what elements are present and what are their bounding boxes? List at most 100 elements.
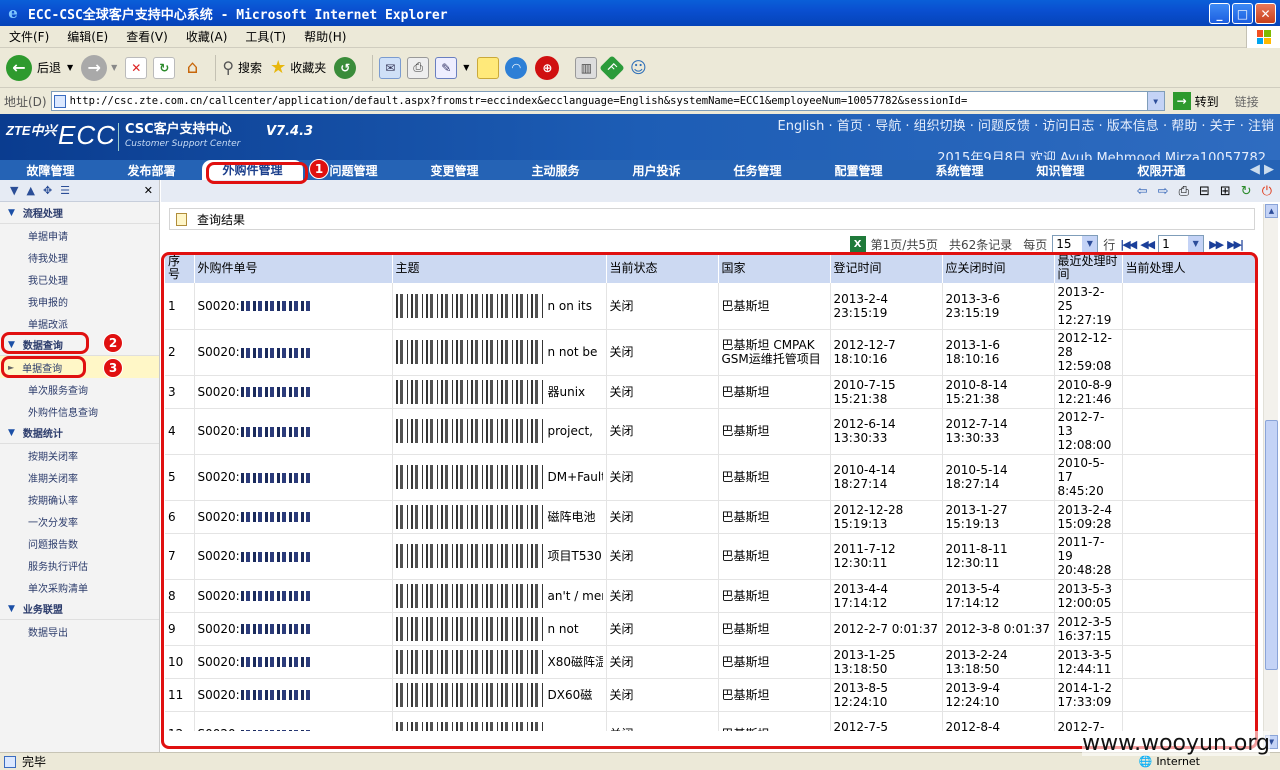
contacts-icon[interactable]: ☺ (627, 57, 649, 79)
list-icon[interactable]: ☰ (60, 184, 70, 197)
sidebar-item[interactable]: 按期关闭率 (0, 444, 159, 466)
nav-scroll-icon[interactable]: ◀ ▶ (1250, 162, 1274, 177)
first-page-icon[interactable]: |◀◀ (1120, 238, 1137, 251)
status-text: 完毕 (22, 755, 47, 769)
total-records: 共62条记录 (948, 237, 1013, 252)
sidebar-item[interactable]: 单次采购清单 (0, 576, 159, 598)
tab-permission[interactable]: 权限开通 (1111, 162, 1212, 179)
annotation-marker: 2 (103, 333, 123, 353)
sidebar-item[interactable]: 我已处理 (0, 268, 159, 290)
tab-release[interactable]: 发布部署 (101, 162, 202, 179)
tab-proactive[interactable]: 主动服务 (505, 162, 606, 179)
stop-icon[interactable]: ✕ (125, 56, 148, 79)
print-icon[interactable]: ⎙ (1179, 184, 1189, 199)
plugin-icon[interactable]: F (599, 54, 626, 81)
tab-knowledge[interactable]: 知识管理 (1010, 162, 1111, 179)
dropdown-arrow-icon: ▼ (1082, 236, 1098, 252)
forward-button[interactable]: → ▼ (81, 54, 117, 81)
refresh-icon[interactable]: ↻ (1241, 184, 1252, 199)
document-icon (176, 212, 187, 226)
search-button[interactable]: ⚲ 搜索 (222, 58, 262, 77)
messenger-icon[interactable]: ◠ (505, 56, 528, 79)
csc-subtitle: Customer Support Center (125, 139, 241, 149)
go-button[interactable]: → 转到 (1172, 92, 1219, 110)
tab-fault[interactable]: 故障管理 (0, 162, 101, 179)
annotation-box (206, 162, 308, 184)
watermark: www.wooyun.org (1082, 731, 1270, 756)
tab-task[interactable]: 任务管理 (707, 162, 808, 179)
sidebar-item[interactable]: 单据申请 (0, 224, 159, 246)
close-button[interactable]: ✕ (1255, 3, 1276, 24)
next-page-icon[interactable]: ▶▶ (1209, 238, 1224, 251)
edit-icon[interactable]: ✎ (435, 56, 458, 79)
tab-complaint[interactable]: 用户投诉 (606, 162, 707, 179)
prev-page-icon[interactable]: ◀◀ (1140, 238, 1155, 251)
header-links[interactable]: English · 首页 · 导航 · 组织切换 · 问题反馈 · 访问日志 ·… (777, 115, 1274, 134)
page-value: 1 (1162, 237, 1170, 251)
links-button[interactable]: 链接 (1235, 93, 1259, 110)
tab-change[interactable]: 变更管理 (404, 162, 505, 179)
back-arrow-icon[interactable]: ⇦ (1137, 184, 1148, 199)
scroll-up-icon[interactable]: ▲ (1265, 204, 1278, 218)
tab-system[interactable]: 系统管理 (909, 162, 1010, 179)
address-input[interactable]: http://csc.zte.com.cn/callcenter/applica… (50, 91, 1165, 111)
sidebar-item[interactable]: 单据改派 (0, 312, 159, 334)
menu-view[interactable]: 查看(V) (117, 28, 177, 45)
annotation-marker: 1 (309, 159, 329, 179)
sidebar-item[interactable]: 外购件信息查询 (0, 400, 159, 422)
refresh-icon[interactable]: ↻ (153, 56, 176, 79)
sidebar-item[interactable]: 问题报告数 (0, 532, 159, 554)
excel-export-icon[interactable]: X (849, 236, 866, 252)
sidebar-item[interactable]: 准期关闭率 (0, 466, 159, 488)
per-page-select[interactable]: 15 ▼ (1052, 235, 1099, 253)
sidebar-group-stats[interactable]: ▼ 数据统计 (0, 422, 159, 444)
sidebar-item[interactable]: 按期确认率 (0, 488, 159, 510)
page-icon (53, 94, 66, 108)
sidebar-item[interactable]: 待我处理 (0, 246, 159, 268)
research-icon[interactable]: ⊕ (535, 55, 560, 80)
address-dropdown-icon[interactable]: ▼ (1146, 92, 1164, 110)
sidebar-item[interactable]: 一次分发率 (0, 510, 159, 532)
tab-config[interactable]: 配置管理 (808, 162, 909, 179)
sidebar-group-process[interactable]: ▼ 流程处理 (0, 202, 159, 224)
scroll-thumb[interactable] (1265, 420, 1278, 670)
sidebar-group-alliance[interactable]: ▼ 业务联盟 (0, 598, 159, 620)
zte-logo: ZTE中兴 (6, 123, 57, 138)
forward-arrow-icon: → (81, 54, 108, 81)
favorites-button[interactable]: ★ 收藏夹 (270, 57, 326, 78)
power-icon[interactable]: ⏻ (1262, 184, 1272, 199)
menu-file[interactable]: 文件(F) (0, 28, 58, 45)
note-icon[interactable] (477, 56, 500, 79)
menu-tools[interactable]: 工具(T) (236, 28, 295, 45)
collapse-all-icon[interactable]: ▼ (10, 184, 18, 197)
history-icon[interactable]: ↺ (334, 56, 357, 79)
zone-indicator: 🌐 Internet (1139, 755, 1200, 768)
vertical-scrollbar[interactable]: ▲ ▼ (1263, 204, 1278, 749)
print-icon[interactable]: ⎙ (407, 56, 430, 79)
last-page-icon[interactable]: ▶▶| (1227, 238, 1244, 251)
page-select[interactable]: 1 ▼ (1158, 235, 1205, 253)
close-icon[interactable]: ✕ (144, 184, 153, 197)
sidebar-item[interactable]: 我申报的 (0, 290, 159, 312)
maximize-button[interactable]: □ (1232, 3, 1253, 24)
menu-edit[interactable]: 编辑(E) (58, 28, 117, 45)
mail-icon[interactable]: ✉ (379, 56, 402, 79)
sidebar-item[interactable]: 服务执行评估 (0, 554, 159, 576)
minimize-button[interactable]: _ (1209, 3, 1230, 24)
menu-favorites[interactable]: 收藏(A) (177, 28, 237, 45)
back-button[interactable]: ← 后退 ▼ (6, 54, 73, 81)
forward-arrow-icon[interactable]: ⇨ (1158, 184, 1169, 199)
sidebar-item[interactable]: 数据导出 (0, 620, 159, 642)
address-label: 地址(D) (4, 94, 47, 109)
ecc-logo: ECC (58, 120, 116, 150)
zone-label: Internet (1156, 755, 1200, 768)
csc-title: CSC客户支持中心 Customer Support Center (118, 123, 240, 151)
plus-icon[interactable]: ⊞ (1220, 184, 1231, 199)
move-icon[interactable]: ✥ (43, 184, 52, 197)
minus-icon[interactable]: ⊟ (1199, 184, 1210, 199)
tool-icon[interactable]: ▥ (575, 56, 598, 79)
expand-all-icon[interactable]: ▲ (26, 184, 34, 197)
menu-help[interactable]: 帮助(H) (295, 28, 355, 45)
sidebar-item[interactable]: 单次服务查询 (0, 378, 159, 400)
home-icon[interactable]: ⌂ (181, 57, 203, 79)
